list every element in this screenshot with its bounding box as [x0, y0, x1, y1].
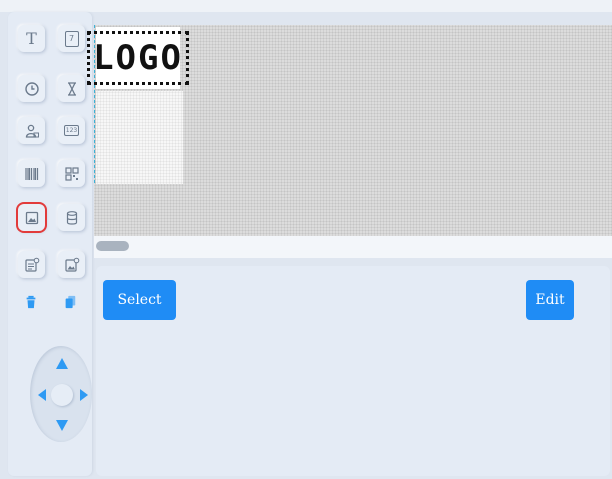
- direction-pad-center[interactable]: [51, 384, 73, 406]
- text-template-tool-button[interactable]: [18, 251, 45, 278]
- copy-button[interactable]: [61, 293, 79, 311]
- text-tool-button[interactable]: T: [18, 25, 45, 52]
- arrow-left-icon[interactable]: [38, 389, 46, 401]
- direction-pad: [30, 346, 92, 442]
- database-icon: [66, 210, 77, 225]
- database-tool-button[interactable]: [58, 204, 85, 231]
- user-tool-button[interactable]: [18, 117, 45, 144]
- arrow-down-icon[interactable]: [56, 420, 68, 431]
- label-canvas[interactable]: LOGO: [87, 25, 612, 236]
- logo-frame: LOGO: [87, 31, 189, 85]
- image-tool-button[interactable]: [18, 204, 45, 231]
- barcode-icon: [24, 167, 38, 180]
- clock-icon: [24, 81, 39, 96]
- counter-tool-button[interactable]: 123: [58, 117, 85, 144]
- text-icon: T: [26, 29, 37, 48]
- clock-tool-button[interactable]: [18, 75, 45, 102]
- arrow-up-icon[interactable]: [56, 358, 68, 369]
- properties-panel: Select Edit: [96, 266, 610, 476]
- trash-icon: [26, 295, 36, 309]
- calendar-tool-button[interactable]: 7: [58, 25, 85, 52]
- image-template-tool-button[interactable]: [58, 251, 85, 278]
- logo-element[interactable]: LOGO: [87, 25, 189, 184]
- hourglass-tool-button[interactable]: [58, 75, 85, 102]
- text-template-icon: [24, 257, 39, 272]
- logo-image-area[interactable]: LOGO: [87, 27, 189, 89]
- logo-text: LOGO: [93, 38, 183, 78]
- counter-icon: 123: [63, 125, 80, 136]
- image-template-icon: [64, 257, 79, 272]
- user-icon: [25, 124, 39, 138]
- tool-sidebar: T 7 123: [8, 12, 92, 476]
- edit-button[interactable]: Edit: [526, 280, 574, 320]
- calendar-day-label: 7: [68, 33, 75, 43]
- hourglass-icon: [67, 81, 76, 96]
- scrollbar-thumb[interactable]: [96, 241, 129, 251]
- barcode-tool-button[interactable]: [18, 160, 45, 187]
- top-strip: [0, 0, 612, 12]
- calendar-icon: 7: [64, 30, 79, 47]
- copy-icon: [65, 295, 76, 309]
- image-icon: [25, 211, 38, 224]
- qrcode-icon: [64, 166, 79, 181]
- logo-print-area: [96, 91, 183, 184]
- horizontal-scrollbar[interactable]: [94, 236, 612, 258]
- select-button[interactable]: Select: [103, 280, 176, 320]
- qrcode-tool-button[interactable]: [58, 160, 85, 187]
- delete-button[interactable]: [22, 293, 40, 311]
- arrow-right-icon[interactable]: [80, 389, 88, 401]
